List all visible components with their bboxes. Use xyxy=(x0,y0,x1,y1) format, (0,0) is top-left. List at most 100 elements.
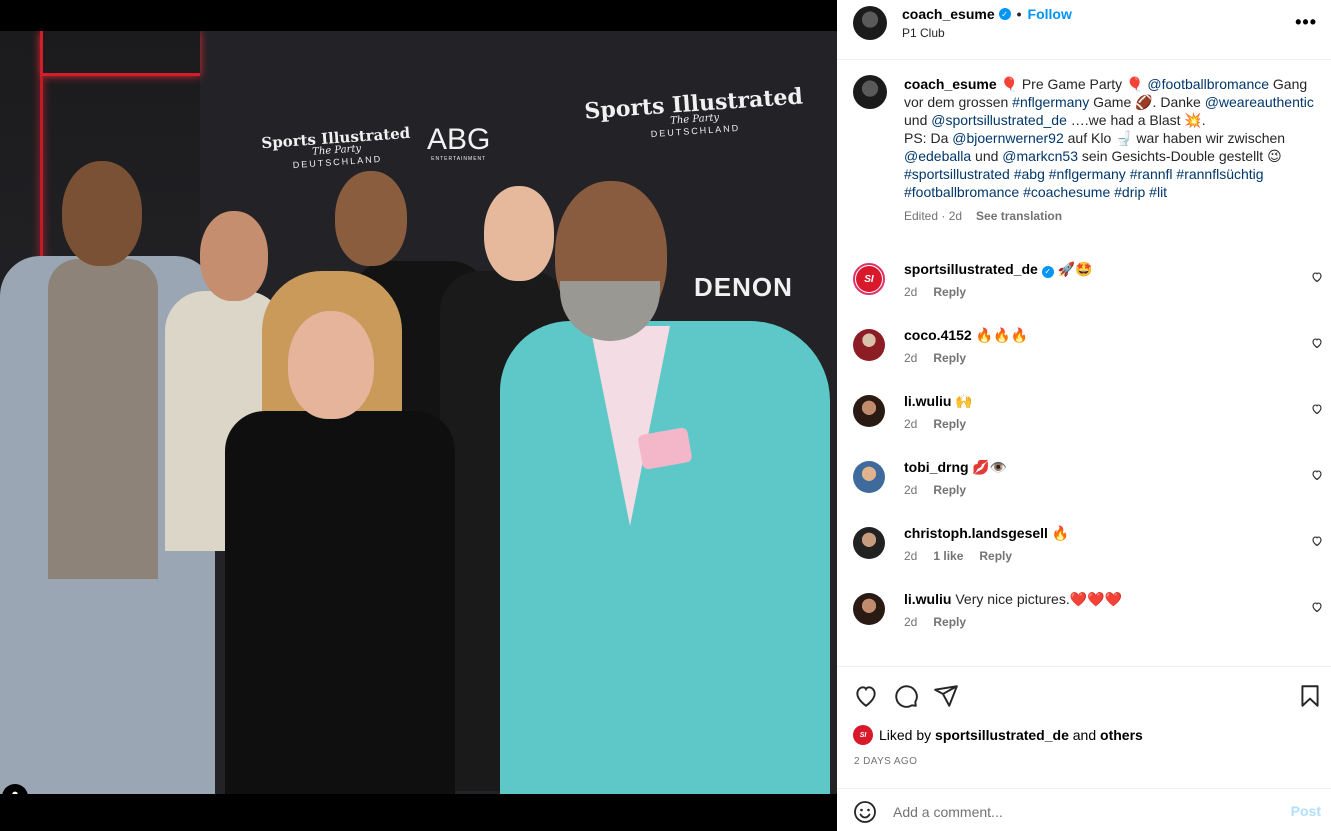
caption-text-part: PS: Da xyxy=(904,130,953,146)
comment-time: 2d xyxy=(904,549,918,563)
comment-item: li.wuliu Very nice pictures.❤️❤️❤️ 2d Rep… xyxy=(853,591,1323,647)
location-link[interactable]: P1 Club xyxy=(902,26,945,40)
heart-icon[interactable] xyxy=(1311,469,1323,481)
comment-body: 💋👁️ xyxy=(968,459,1008,475)
caption-text-part: Game 🏈. Danke xyxy=(1089,94,1205,110)
comment-text: christoph.landsgesell 🔥 xyxy=(904,525,1069,542)
commenter-avatar[interactable]: SI xyxy=(853,263,885,295)
comment-time: 2d xyxy=(904,285,918,299)
commenter-username[interactable]: christoph.landsgesell xyxy=(904,525,1048,541)
post-button[interactable]: Post xyxy=(1291,803,1321,819)
commenter-username[interactable]: coco.4152 xyxy=(904,327,972,343)
hashtag-link[interactable]: #nflgermany xyxy=(1049,166,1126,182)
verified-icon: ✓ xyxy=(1041,265,1054,278)
comments-scroll-area[interactable]: coach_esume 🎈 Pre Game Party 🎈 @football… xyxy=(837,61,1331,666)
commenter-avatar[interactable] xyxy=(853,329,885,361)
comment-icon[interactable] xyxy=(893,683,919,709)
abg-logo-text: ABG xyxy=(427,123,491,156)
hashtag-link[interactable]: #footballbromance xyxy=(904,184,1019,200)
comment-text: li.wuliu 🙌 xyxy=(904,393,973,410)
neon-frame xyxy=(40,31,200,76)
reply-button[interactable]: Reply xyxy=(933,417,966,431)
verified-icon: ✓ xyxy=(998,8,1011,20)
heart-icon[interactable] xyxy=(1311,535,1323,547)
caption-text-part: und xyxy=(904,112,932,128)
author-username[interactable]: coach_esume xyxy=(902,6,995,22)
author-line: coach_esume ✓ • Follow xyxy=(902,6,1072,22)
post-header: coach_esume ✓ • Follow P1 Club ••• xyxy=(837,0,1331,60)
abg-logo-sub: ENTERTAINMENT xyxy=(431,156,487,162)
heart-icon[interactable] xyxy=(853,683,879,709)
mention-link[interactable]: @footballbromance xyxy=(1147,76,1269,92)
heart-icon[interactable] xyxy=(1311,271,1323,283)
commenter-username[interactable]: li.wuliu xyxy=(904,591,951,607)
comment-text: coco.4152 🔥🔥🔥 xyxy=(904,327,1028,344)
hashtag-link[interactable]: #coachesume xyxy=(1023,184,1110,200)
comment-body: 🙌 xyxy=(951,393,973,409)
reply-button[interactable]: Reply xyxy=(979,549,1012,563)
hashtag-link[interactable]: #drip xyxy=(1114,184,1145,200)
comment-body: Very nice pictures.❤️❤️❤️ xyxy=(951,591,1123,607)
mention-link[interactable]: @bjoernwerner92 xyxy=(952,130,1064,146)
comment-text: tobi_drng 💋👁️ xyxy=(904,459,1007,476)
bookmark-icon[interactable] xyxy=(1297,683,1323,709)
comment-text: li.wuliu Very nice pictures.❤️❤️❤️ xyxy=(904,591,1122,608)
follow-button[interactable]: Follow xyxy=(1028,6,1072,22)
post-photo[interactable]: Sports Illustrated The Party DEUTSCHLAND… xyxy=(0,31,837,794)
post-date: 2 DAYS AGO xyxy=(854,756,918,767)
denon-logo: DENON xyxy=(694,272,793,302)
hashtag-link[interactable]: #nflgermany xyxy=(1012,94,1089,110)
commenter-avatar[interactable] xyxy=(853,461,885,493)
commenter-username[interactable]: li.wuliu xyxy=(904,393,951,409)
caption-text-part: sein Gesichts-Double gestellt 😉 xyxy=(1077,148,1282,164)
post-actions: SI Liked by sportsillustrated_de and oth… xyxy=(837,666,1331,798)
reply-button[interactable]: Reply xyxy=(933,483,966,497)
comment-meta: 2d Reply xyxy=(904,285,966,299)
comment-like-count[interactable]: 1 like xyxy=(933,549,963,563)
heart-icon[interactable] xyxy=(1311,403,1323,415)
commenter-avatar[interactable] xyxy=(853,395,885,427)
liker-username[interactable]: sportsillustrated_de xyxy=(935,727,1069,743)
mention-link[interactable]: @markcn53 xyxy=(1002,148,1078,164)
comment-time: 2d xyxy=(904,615,918,629)
author-avatar[interactable] xyxy=(853,6,887,40)
si-badge: SI xyxy=(856,266,882,292)
commenter-username[interactable]: tobi_drng xyxy=(904,459,969,475)
caption-username[interactable]: coach_esume xyxy=(904,76,997,92)
comment-item: coco.4152 🔥🔥🔥 2d Reply xyxy=(853,327,1323,383)
comment-item: tobi_drng 💋👁️ 2d Reply xyxy=(853,459,1323,515)
mention-link[interactable]: @edeballa xyxy=(904,148,971,164)
photo-pane: Sports Illustrated The Party DEUTSCHLAND… xyxy=(0,0,837,831)
hashtag-link[interactable]: #rannfl xyxy=(1130,166,1173,182)
see-translation-button[interactable]: See translation xyxy=(976,207,1062,225)
reply-button[interactable]: Reply xyxy=(933,615,966,629)
liker-avatar[interactable]: SI xyxy=(853,725,873,745)
mention-link[interactable]: @weareauthentic xyxy=(1205,94,1314,110)
hashtag-link[interactable]: #abg xyxy=(1014,166,1045,182)
liked-by-prefix: Liked by xyxy=(879,727,936,743)
liked-by-text: Liked by sportsillustrated_de and others xyxy=(879,727,1143,743)
commenter-avatar[interactable] xyxy=(853,593,885,625)
hashtag-link[interactable]: #sportsillustrated xyxy=(904,166,1010,182)
reply-button[interactable]: Reply xyxy=(933,351,966,365)
caption-text-part: auf Klo 🚽 war haben wir zwischen xyxy=(1063,130,1286,146)
mention-link[interactable]: @sportsillustrated_de xyxy=(931,112,1067,128)
share-icon[interactable] xyxy=(933,683,959,709)
separator-dot: • xyxy=(1016,6,1022,22)
emoji-icon[interactable] xyxy=(853,800,877,824)
hashtag-link[interactable]: #rannflsüchtig xyxy=(1176,166,1263,182)
hashtag-link[interactable]: #lit xyxy=(1149,184,1167,200)
others-link[interactable]: others xyxy=(1100,727,1143,743)
comment-time: 2d xyxy=(904,417,918,431)
caption-author-avatar[interactable] xyxy=(853,75,887,109)
heart-icon[interactable] xyxy=(1311,337,1323,349)
commenter-avatar[interactable] xyxy=(853,527,885,559)
more-icon[interactable]: ••• xyxy=(1295,12,1317,33)
comment-input[interactable] xyxy=(893,799,1273,825)
comment-meta: 2d Reply xyxy=(904,483,966,497)
commenter-username[interactable]: sportsillustrated_de xyxy=(904,261,1038,277)
heart-icon[interactable] xyxy=(1311,601,1323,613)
comment-time: 2d xyxy=(904,483,918,497)
post-viewer: Sports Illustrated The Party DEUTSCHLAND… xyxy=(0,0,1331,831)
reply-button[interactable]: Reply xyxy=(933,285,966,299)
